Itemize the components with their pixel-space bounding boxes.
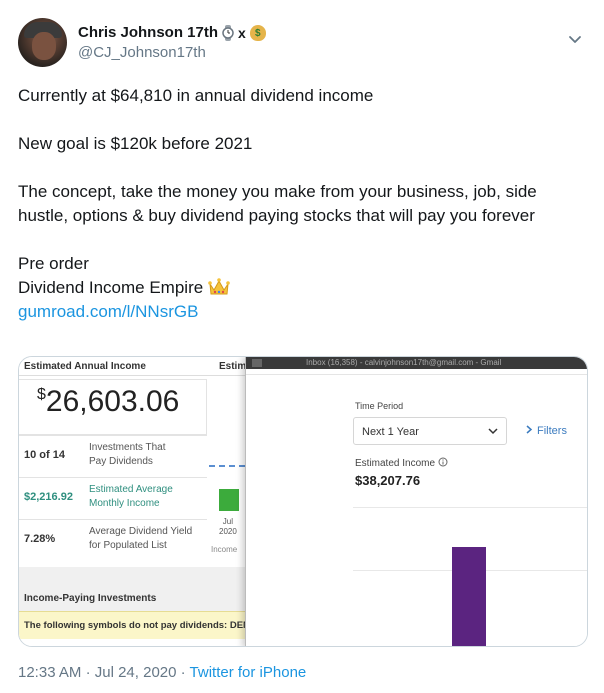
stat-desc-line1: Average Dividend Yield — [89, 526, 193, 537]
stat-desc: Estimated Average Monthly Income — [89, 483, 204, 511]
mini-chart-dashed-line — [209, 465, 245, 467]
window-icon — [252, 359, 262, 367]
time-period-value: Next 1 Year — [362, 426, 419, 438]
tweet-media[interactable]: Estimated Annual Income Estim $26,603.06… — [18, 356, 588, 647]
user-handle[interactable]: @CJ_Johnson17th — [78, 44, 266, 61]
screenshot-annual-income[interactable]: Estimated Annual Income Estim $26,603.06… — [19, 357, 250, 646]
time-period-label: Time Period — [355, 401, 404, 411]
stat-desc-line1: Investments That — [89, 442, 166, 453]
stat-value: $2,216.92 — [24, 491, 73, 503]
divider — [246, 374, 587, 375]
annual-income-amount: $26,603.06 — [37, 385, 179, 419]
mini-chart-month: Jul — [222, 517, 234, 526]
estimated-title-cut: Estim — [219, 361, 247, 372]
meta-separator: · — [180, 664, 186, 681]
filters-label: Filters — [537, 425, 567, 437]
stat-desc-line2: Monthly Income — [89, 498, 160, 509]
crown-icon — [208, 278, 230, 295]
tweet-line-4a: Pre order — [18, 254, 89, 273]
tweet-line-4b: Dividend Income Empire — [18, 276, 588, 300]
income-bar — [452, 547, 486, 646]
tweet-line-2: New goal is $120k before 2021 — [18, 134, 253, 153]
name-x-glyph: x — [238, 24, 246, 41]
notice-text: The following symbols do not pay dividen… — [24, 620, 250, 631]
chevron-down-icon — [488, 428, 498, 435]
stat-row: 10 of 14 Investments That Pay Dividends — [19, 435, 207, 475]
notice-banner: The following symbols do not pay dividen… — [19, 611, 250, 639]
name-block[interactable]: Chris Johnson 17th x $ @CJ_Johnson17th — [78, 24, 266, 61]
display-name-text[interactable]: Chris Johnson 17th — [78, 24, 218, 41]
tweet-line-3: The concept, take the money you make fro… — [18, 182, 537, 225]
mini-chart-bar — [219, 489, 239, 511]
chart-gridline — [353, 507, 587, 508]
tweet-meta: 12:33 AM · Jul 24, 2020 · Twitter for iP… — [18, 664, 306, 681]
chevron-right-icon — [526, 425, 533, 434]
tweet-line-1: Currently at $64,810 in annual dividend … — [18, 86, 374, 105]
estimated-income-label-text: Estimated Income — [355, 458, 436, 469]
stat-desc: Investments That Pay Dividends — [89, 441, 204, 469]
stat-desc-line2: for Populated List — [89, 540, 167, 551]
stat-desc: Average Dividend Yield for Populated List — [89, 525, 204, 553]
tweet-text: Currently at $64,810 in annual dividend … — [18, 84, 588, 324]
stat-value: 10 of 14 — [24, 449, 65, 461]
browser-tab-bar: Inbox (16,358) - calvinjohnson17th@gmail… — [246, 357, 587, 369]
tweet-date[interactable]: Jul 24, 2020 — [95, 664, 177, 681]
money-bag-icon: $ — [249, 24, 266, 41]
gumroad-link[interactable]: gumroad.com/l/NNsrGB — [18, 302, 198, 321]
mini-chart-caption: Income — [211, 545, 238, 554]
annual-income-title: Estimated Annual Income — [24, 361, 146, 372]
avatar-face — [32, 32, 56, 60]
mini-chart-label: Jul 2020 — [219, 517, 237, 537]
tweet-line-4b-text: Dividend Income Empire — [18, 278, 204, 297]
mini-chart-year: 2020 — [219, 527, 237, 536]
section-band — [19, 567, 245, 613]
currency-symbol: $ — [37, 386, 46, 403]
filters-link[interactable]: Filters — [526, 425, 567, 437]
time-period-select[interactable]: Next 1 Year — [353, 417, 507, 445]
stat-row: 7.28% Average Dividend Yield for Populate… — [19, 519, 207, 559]
estimated-income-value: $38,207.76 — [355, 473, 421, 488]
divider — [19, 375, 245, 376]
info-icon[interactable] — [438, 457, 448, 467]
annual-income-value: 26,603.06 — [45, 385, 180, 418]
meta-separator: · — [85, 664, 91, 681]
stat-desc-line1: Estimated Average — [89, 484, 173, 495]
watch-icon — [222, 24, 234, 41]
stat-row: $2,216.92 Estimated Average Monthly Incom… — [19, 477, 207, 517]
tweet-time[interactable]: 12:33 AM — [18, 664, 81, 681]
stat-desc-line2: Pay Dividends — [89, 456, 153, 467]
stat-value: 7.28% — [24, 533, 56, 545]
screenshot-estimated-income[interactable]: Inbox (16,358) - calvinjohnson17th@gmail… — [245, 357, 587, 646]
chevron-down-icon[interactable] — [564, 28, 586, 50]
avatar[interactable] — [18, 18, 67, 67]
display-name[interactable]: Chris Johnson 17th x $ — [78, 24, 266, 41]
estimated-income-label: Estimated Income — [355, 457, 448, 469]
tweet-source[interactable]: Twitter for iPhone — [190, 664, 307, 681]
income-paying-title: Income-Paying Investments — [24, 593, 157, 604]
browser-tab-title: Inbox (16,358) - calvinjohnson17th@gmail… — [306, 358, 502, 367]
tweet-header: Chris Johnson 17th x $ @CJ_Johnson17th — [18, 18, 586, 68]
